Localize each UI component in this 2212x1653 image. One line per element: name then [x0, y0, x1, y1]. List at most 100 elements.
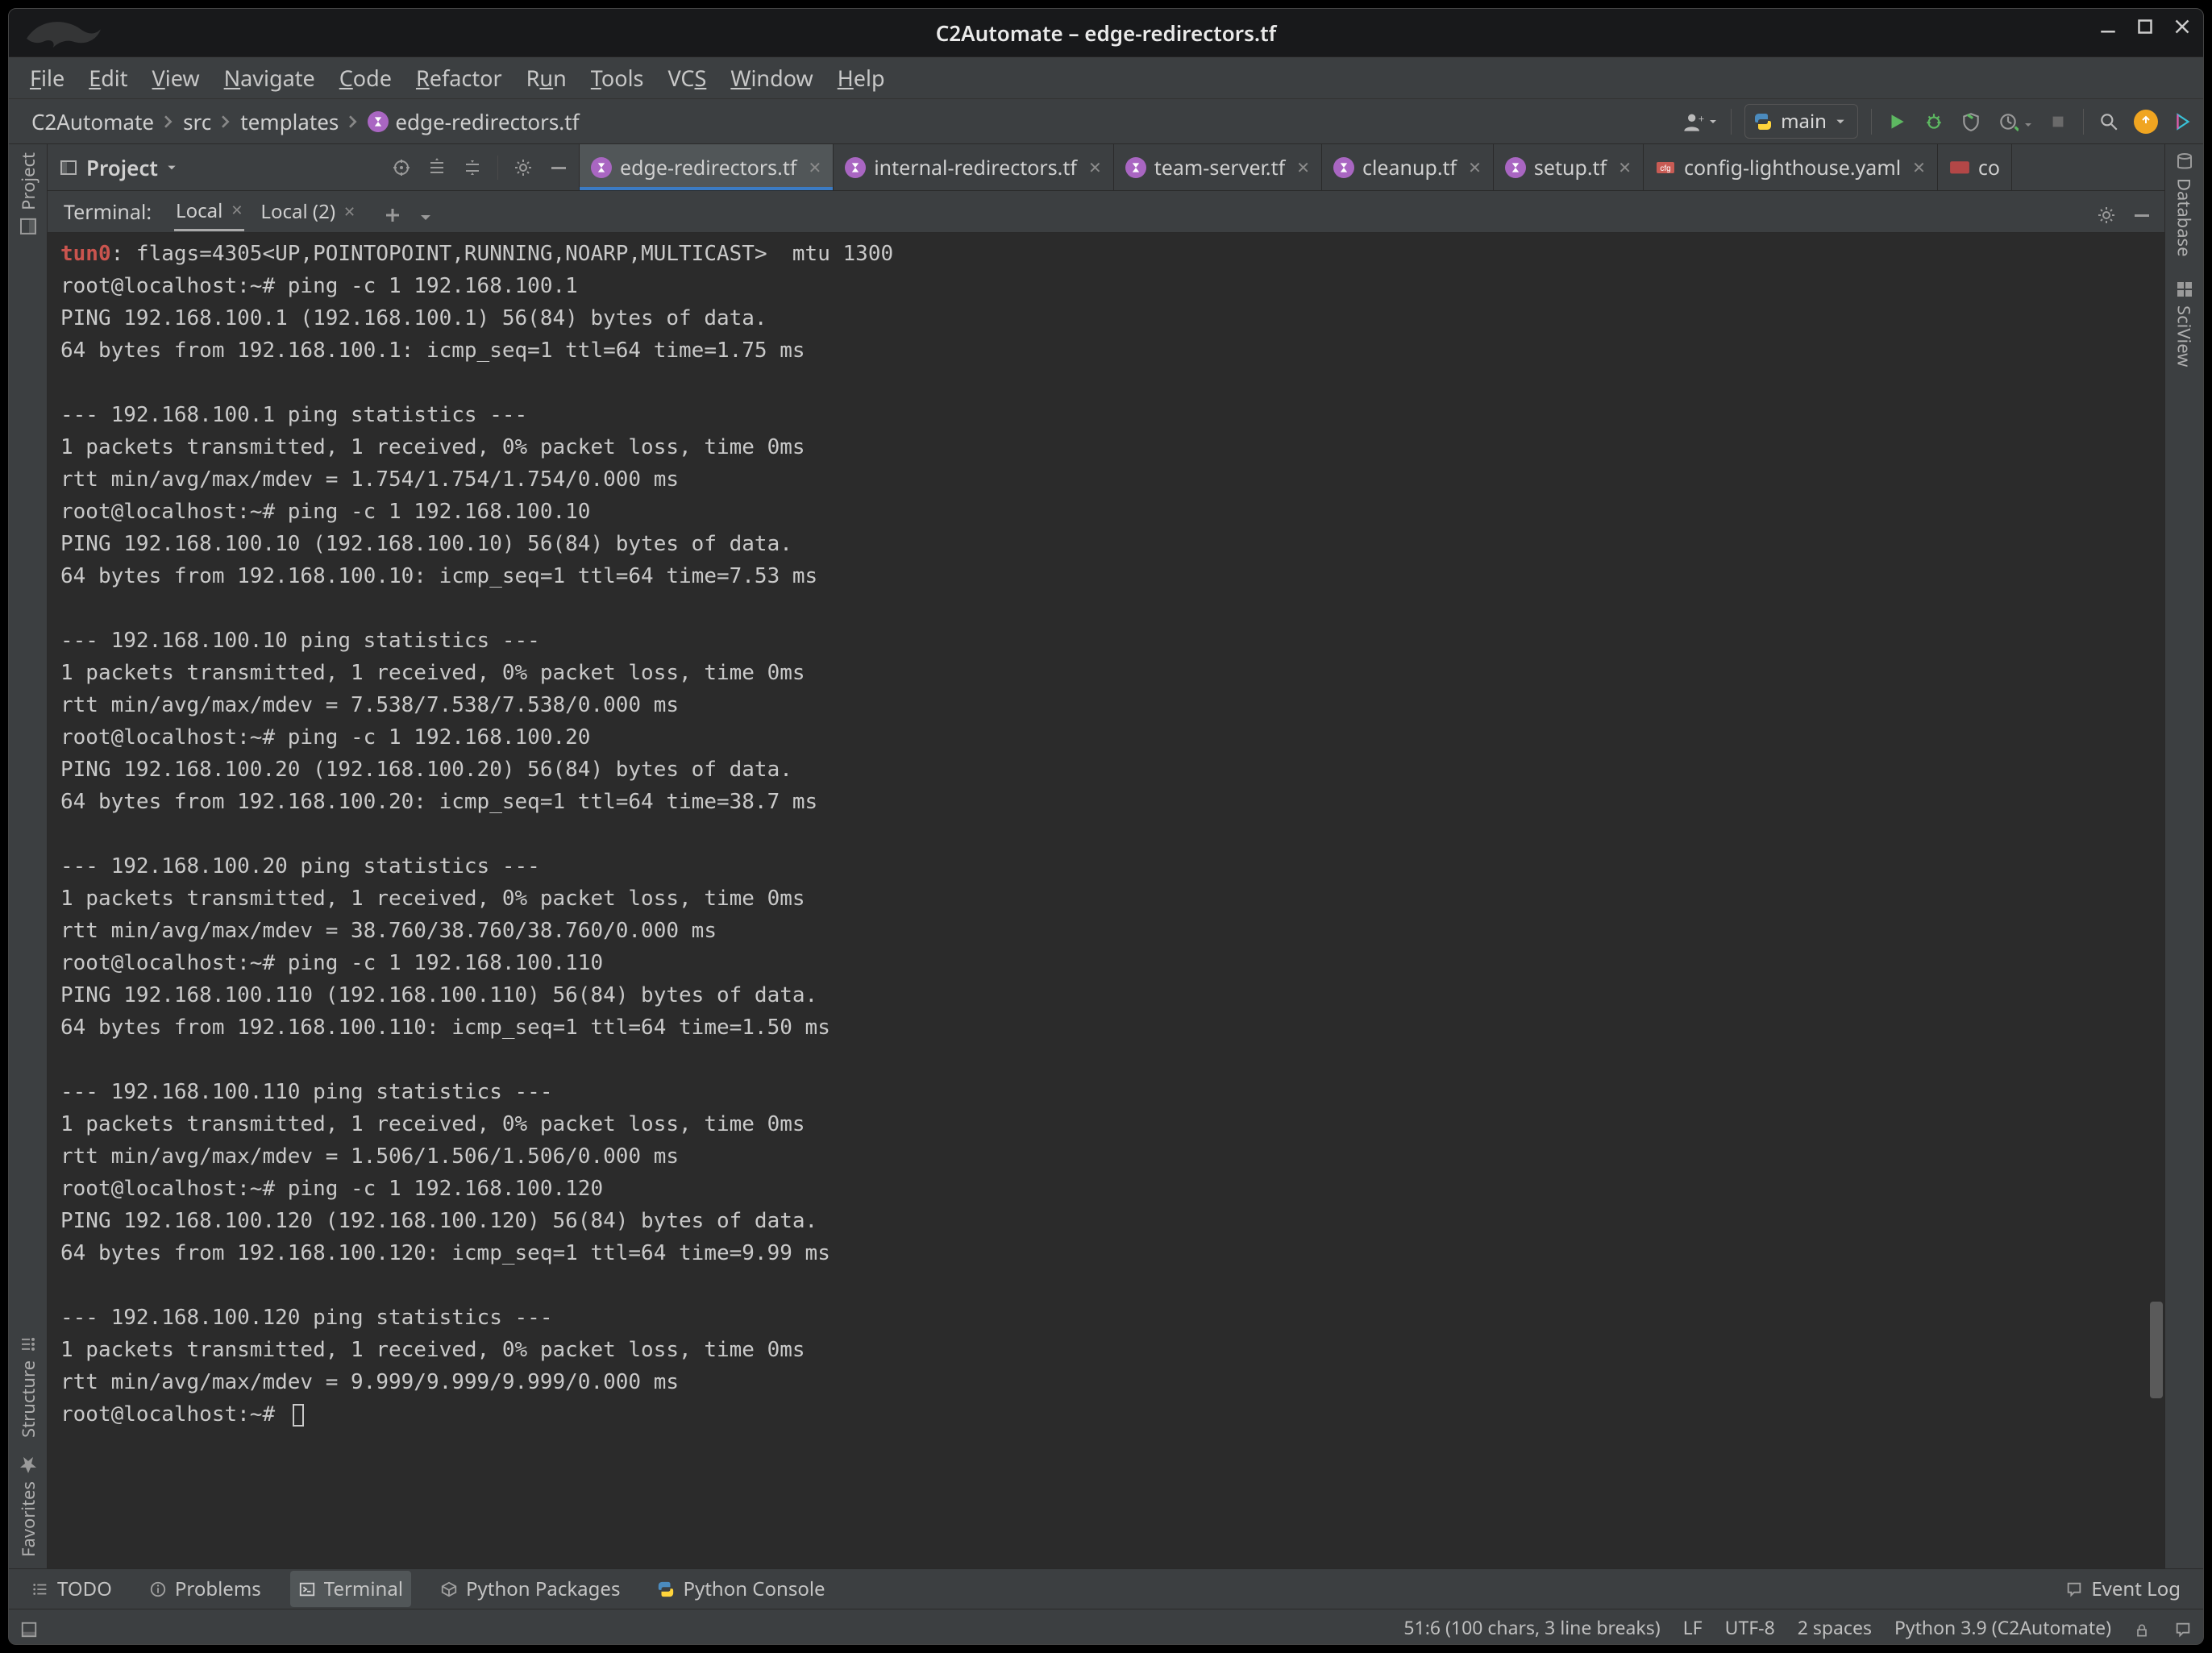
editor-tab[interactable]: internal-redirectors.tf✕ [834, 144, 1114, 190]
close-button[interactable] [2171, 15, 2193, 38]
menu-navigate[interactable]: Navigate [224, 63, 315, 93]
terminal-title: Terminal: [64, 198, 152, 226]
toolwindow-favorites-tab[interactable]: Favorites [16, 1456, 40, 1557]
code-with-me-icon[interactable] [2171, 110, 2195, 134]
toolwindow-problems[interactable]: Problems [141, 1571, 269, 1607]
toolwindow-sciview-tab[interactable]: SciView [2172, 280, 2197, 367]
terminal-output[interactable]: tun0: flags=4305<UP,POINTOPOINT,RUNNING,… [48, 233, 2148, 1568]
toolwindow-structure-tab[interactable]: Structure [16, 1335, 40, 1438]
menu-refactor[interactable]: Refactor [416, 63, 502, 93]
project-panel-tools [391, 156, 569, 180]
toolwindow-terminal[interactable]: Terminal [290, 1571, 411, 1607]
menu-help[interactable]: Help [838, 63, 885, 93]
run-button[interactable] [1885, 110, 1909, 134]
project-view-selector[interactable]: Project [59, 153, 383, 182]
breadcrumb-project[interactable]: C2Automate [31, 107, 154, 136]
editor-tab[interactable]: setup.tf✕ [1494, 144, 1644, 190]
terminal-session-tab[interactable]: Local (2) ✕ [259, 193, 357, 230]
close-icon[interactable]: ✕ [1468, 156, 1482, 178]
breadcrumb[interactable]: C2Automate src templates edge-redirector… [31, 107, 580, 136]
stop-button[interactable] [2046, 110, 2070, 134]
database-icon [2175, 152, 2194, 172]
close-icon[interactable]: ✕ [1088, 156, 1102, 178]
editor-tabs: edge-redirectors.tf✕internal-redirectors… [580, 144, 2164, 190]
scrollbar-thumb[interactable] [2150, 1302, 2163, 1398]
toolbar-right: + main [1682, 104, 2195, 139]
maximize-button[interactable] [2134, 15, 2156, 38]
close-icon[interactable]: ✕ [231, 201, 243, 220]
terminal-session-tab[interactable]: Local ✕ [174, 193, 244, 231]
breadcrumb-src[interactable]: src [183, 107, 211, 136]
minimize-button[interactable] [2097, 15, 2119, 38]
terminal-hide-button[interactable] [2132, 201, 2153, 222]
structure-icon [19, 1335, 38, 1354]
readonly-lock-icon[interactable] [2134, 1618, 2152, 1636]
editor-tab[interactable]: cleanup.tf ✕ [1322, 144, 1494, 190]
coverage-button[interactable] [1959, 110, 1983, 134]
window-title: C2Automate – edge-redirectors.tf [936, 19, 1277, 48]
close-icon[interactable]: ✕ [808, 156, 821, 178]
ide-body: Project Structure Favorites Project [9, 144, 2203, 1568]
toolwindow-database-tab[interactable]: Database [2172, 152, 2197, 257]
toolwindow-python-packages[interactable]: Python Packages [432, 1571, 628, 1607]
search-everywhere-button[interactable] [2097, 110, 2121, 134]
chevron-right-icon [162, 115, 175, 128]
editor-tab[interactable]: edge-redirectors.tf✕ [580, 144, 834, 190]
terminal-cursor [293, 1404, 304, 1427]
debug-button[interactable] [1922, 110, 1946, 134]
status-indent[interactable]: 2 spaces [1798, 1614, 1872, 1640]
ide-updates-icon[interactable] [2134, 110, 2158, 134]
panel-hide-button[interactable] [548, 157, 569, 178]
terminal-body: tun0: flags=4305<UP,POINTOPOINT,RUNNING,… [48, 233, 2164, 1568]
toolwindow-python-console[interactable]: Python Console [649, 1571, 833, 1607]
run-configuration-selector[interactable]: main [1744, 104, 1858, 139]
balloon-icon [2065, 1580, 2083, 1598]
profile-button[interactable] [1996, 110, 2020, 134]
close-icon[interactable]: ✕ [1912, 156, 1926, 178]
terminal-options-button[interactable] [2097, 201, 2118, 222]
ide-window: C2Automate – edge-redirectors.tf File Ed… [8, 8, 2204, 1645]
terraform-file-icon [368, 111, 389, 132]
terraform-file-icon [1333, 157, 1354, 178]
expand-all-button[interactable] [426, 157, 447, 178]
chevron-down-icon [1835, 116, 1846, 127]
toolwindow-event-log[interactable]: Event Log [2057, 1571, 2189, 1607]
editor-tab[interactable]: team-server.tf ✕ [1114, 144, 1322, 190]
status-interpreter[interactable]: Python 3.9 (C2Automate) [1894, 1614, 2111, 1640]
toolwindow-todo[interactable]: TODO [23, 1571, 120, 1607]
close-icon[interactable]: ✕ [343, 202, 356, 222]
status-line-separator[interactable]: LF [1683, 1614, 1703, 1640]
main-menu: File Edit View Navigate Code Refactor Ru… [9, 57, 2203, 99]
menu-file[interactable]: File [30, 63, 64, 93]
editor-tab-label: team-server.tf [1154, 154, 1285, 181]
project-icon [19, 217, 38, 236]
editor-tab[interactable]: cfgconfig-lighthouse.yaml✕ [1644, 144, 1938, 190]
terminal-icon [298, 1580, 316, 1598]
breadcrumb-templates[interactable]: templates [240, 107, 339, 136]
toolwindow-project-tab[interactable]: Project [16, 152, 40, 236]
menu-edit[interactable]: Edit [89, 63, 127, 93]
terminal-header: Terminal: Local ✕ Local (2) ✕ [48, 191, 2164, 233]
status-caret[interactable]: 51:6 (100 chars, 3 line breaks) [1403, 1614, 1660, 1640]
menu-run[interactable]: Run [526, 63, 567, 93]
locate-file-button[interactable] [391, 157, 412, 178]
close-icon[interactable]: ✕ [1296, 156, 1310, 178]
add-configuration-button[interactable]: + [1682, 110, 1718, 133]
breadcrumb-file[interactable]: edge-redirectors.tf [368, 107, 579, 136]
editor-tab[interactable]: co [1938, 144, 2012, 190]
terminal-scrollbar[interactable] [2148, 233, 2164, 1568]
menu-vcs[interactable]: VCS [668, 63, 707, 93]
close-icon[interactable]: ✕ [1618, 156, 1632, 178]
menu-code[interactable]: Code [339, 63, 392, 93]
menu-window[interactable]: Window [730, 63, 813, 93]
editor-tab-label: cleanup.tf [1362, 154, 1457, 181]
menu-view[interactable]: View [152, 63, 200, 93]
menu-tools[interactable]: Tools [591, 63, 644, 93]
new-session-button[interactable] [383, 201, 404, 222]
session-dropdown-button[interactable] [418, 201, 439, 222]
status-encoding[interactable]: UTF-8 [1725, 1614, 1775, 1640]
notifications-icon[interactable] [2174, 1618, 2192, 1636]
toolwindows-quick-access-icon[interactable] [20, 1618, 38, 1636]
collapse-all-button[interactable] [462, 157, 483, 178]
panel-settings-button[interactable] [513, 157, 534, 178]
